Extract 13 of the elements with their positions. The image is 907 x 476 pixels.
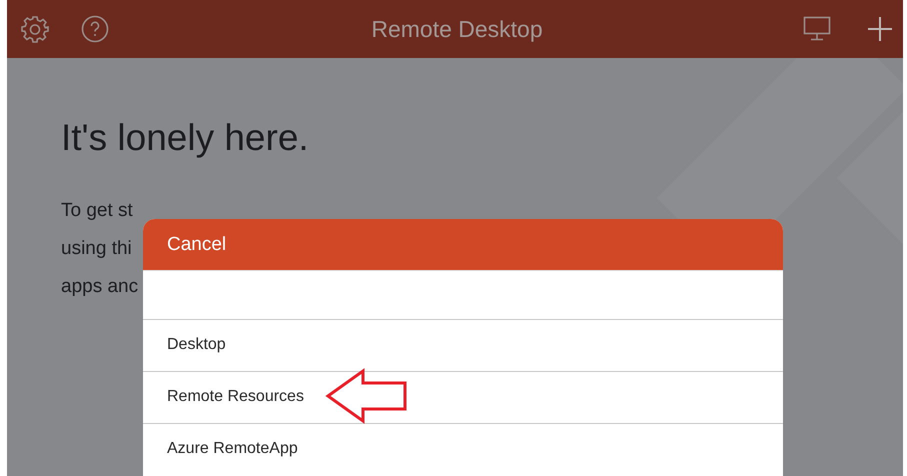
app-title: Remote Desktop <box>371 16 543 42</box>
help-icon[interactable] <box>81 15 109 43</box>
sheet-option[interactable]: Desktop <box>143 320 783 372</box>
cancel-button[interactable]: Cancel <box>143 219 783 271</box>
body-text: apps anc <box>61 276 138 297</box>
body-text: To get st <box>61 200 133 221</box>
sheet-option[interactable]: Remote Resources <box>143 372 783 424</box>
body-text: using thi <box>61 238 132 259</box>
sheet-option[interactable]: Azure RemoteApp <box>143 424 783 475</box>
add-icon[interactable] <box>867 16 893 42</box>
empty-state-heading: It's lonely here. <box>61 116 310 160</box>
monitor-icon[interactable] <box>803 16 831 42</box>
settings-icon[interactable] <box>21 15 49 43</box>
